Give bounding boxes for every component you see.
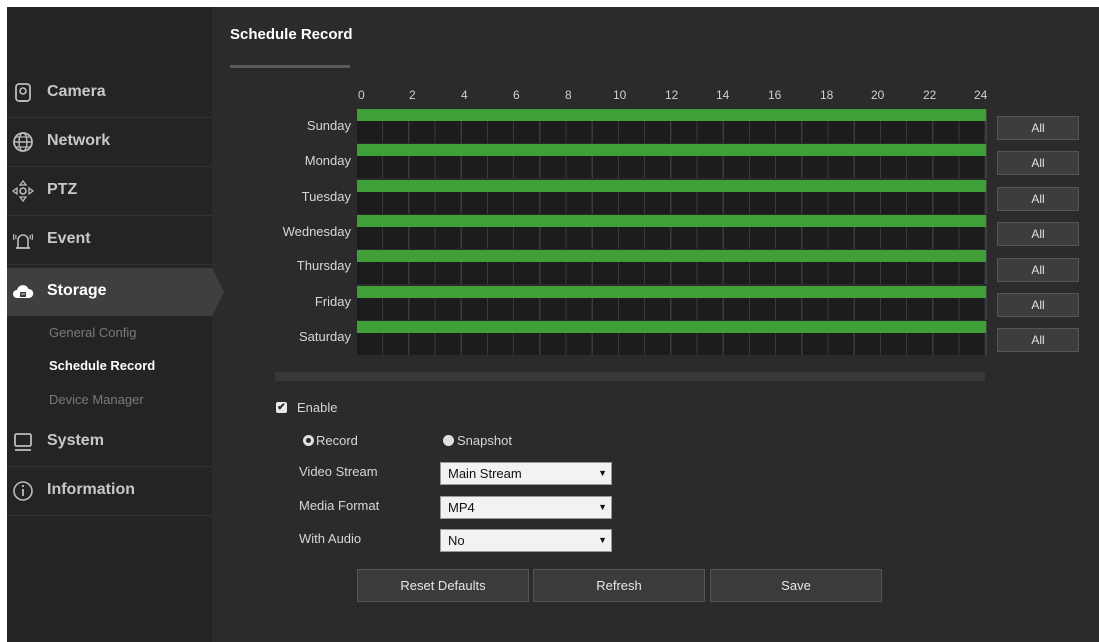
hour-label: 4 xyxy=(461,88,468,102)
ptz-icon xyxy=(11,179,35,203)
enable-checkbox[interactable]: ✔ xyxy=(276,402,287,413)
sidebar-item-label: Camera xyxy=(47,83,106,100)
day-label: Saturday xyxy=(298,329,351,344)
sidebar-subitem-general-config[interactable]: General Config xyxy=(49,325,136,340)
hour-label: 20 xyxy=(871,88,885,102)
day-label: Wednesday xyxy=(282,224,351,239)
schedule-row-thursday[interactable] xyxy=(357,250,987,284)
record-label: Record xyxy=(316,433,358,448)
reset-defaults-button[interactable]: Reset Defaults xyxy=(357,569,529,602)
day-label: Monday xyxy=(304,153,351,168)
hour-label: 8 xyxy=(565,88,572,102)
hour-label: 0 xyxy=(358,88,365,102)
info-icon xyxy=(11,479,35,503)
media-format-label: Media Format xyxy=(299,498,380,513)
hour-label: 6 xyxy=(513,88,520,102)
schedule-bar[interactable] xyxy=(357,109,986,121)
day-label: Thursday xyxy=(296,258,351,273)
hour-label: 14 xyxy=(716,88,730,102)
save-button[interactable]: Save xyxy=(710,569,882,602)
record-radio[interactable] xyxy=(303,435,314,446)
sidebar-item-label: Storage xyxy=(47,282,107,299)
schedule-cells[interactable] xyxy=(357,227,986,249)
sidebar-item-event[interactable]: Event xyxy=(7,216,212,265)
schedule-cells[interactable] xyxy=(357,192,986,214)
hour-label: 22 xyxy=(923,88,937,102)
hour-label: 2 xyxy=(409,88,416,102)
sidebar-subitem-schedule-record[interactable]: Schedule Record xyxy=(49,358,155,373)
sidebar-item-information[interactable]: Information xyxy=(7,467,212,516)
dropdown-arrow-icon: ▼ xyxy=(598,468,607,478)
dropdown-arrow-icon: ▼ xyxy=(598,535,607,545)
hour-label: 10 xyxy=(613,88,627,102)
sidebar-item-system[interactable]: System xyxy=(7,418,212,467)
schedule-row-sunday[interactable] xyxy=(357,109,987,143)
globe-icon xyxy=(11,130,35,154)
all-button-saturday[interactable]: All xyxy=(997,328,1079,352)
sidebar-item-label: PTZ xyxy=(47,181,78,198)
sidebar-subitem-device-manager[interactable]: Device Manager xyxy=(49,392,144,407)
enable-label: Enable xyxy=(297,400,338,415)
all-button-sunday[interactable]: All xyxy=(997,116,1079,140)
horizontal-scrollbar[interactable] xyxy=(275,372,985,381)
schedule-bar[interactable] xyxy=(357,286,986,298)
media-format-select[interactable]: MP4 ▼ xyxy=(440,496,612,519)
hour-label: 18 xyxy=(820,88,834,102)
schedule-bar[interactable] xyxy=(357,250,986,262)
schedule-bar[interactable] xyxy=(357,321,986,333)
schedule-row-monday[interactable] xyxy=(357,144,987,178)
hour-label: 16 xyxy=(768,88,782,102)
schedule-bar[interactable] xyxy=(357,144,986,156)
cloud-icon xyxy=(11,280,35,304)
hour-label: 24 xyxy=(974,88,988,102)
all-button-friday[interactable]: All xyxy=(997,293,1079,317)
hour-label: 12 xyxy=(665,88,679,102)
video-stream-select[interactable]: Main Stream ▼ xyxy=(440,462,612,485)
snapshot-label: Snapshot xyxy=(457,433,512,448)
sidebar-item-network[interactable]: Network xyxy=(7,118,212,167)
main-panel: Schedule Record 0 2 4 6 8 10 12 14 16 18… xyxy=(212,7,1099,642)
schedule-cells[interactable] xyxy=(357,333,986,355)
with-audio-label: With Audio xyxy=(299,531,362,546)
with-audio-value: No xyxy=(448,533,465,548)
schedule-row-friday[interactable] xyxy=(357,286,987,320)
all-button-monday[interactable]: All xyxy=(997,151,1079,175)
with-audio-select[interactable]: No ▼ xyxy=(440,529,612,552)
schedule-cells[interactable] xyxy=(357,156,986,178)
page-title: Schedule Record xyxy=(230,26,353,43)
sidebar-item-ptz[interactable]: PTZ xyxy=(7,167,212,216)
media-format-value: MP4 xyxy=(448,500,475,515)
all-button-wednesday[interactable]: All xyxy=(997,222,1079,246)
schedule-cells[interactable] xyxy=(357,262,986,284)
title-underline xyxy=(230,65,350,68)
day-label: Sunday xyxy=(306,118,351,133)
schedule-row-tuesday[interactable] xyxy=(357,180,987,214)
schedule-cells[interactable] xyxy=(357,298,986,320)
all-button-thursday[interactable]: All xyxy=(997,258,1079,282)
schedule-bar[interactable] xyxy=(357,215,986,227)
sidebar-item-label: Event xyxy=(47,230,91,247)
sidebar-item-label: Network xyxy=(47,132,111,149)
camera-icon xyxy=(11,81,35,105)
schedule-bar[interactable] xyxy=(357,180,986,192)
sidebar-item-storage[interactable]: Storage xyxy=(7,268,224,316)
app-window: Camera Network PTZ Event Storage General… xyxy=(7,7,1099,642)
video-stream-value: Main Stream xyxy=(448,466,522,481)
video-stream-label: Video Stream xyxy=(299,464,378,479)
snapshot-radio[interactable] xyxy=(443,435,454,446)
day-label: Tuesday xyxy=(301,189,351,204)
sidebar: Camera Network PTZ Event Storage General… xyxy=(7,7,224,642)
sidebar-item-camera[interactable]: Camera xyxy=(7,69,212,118)
sidebar-item-label: Information xyxy=(47,481,135,498)
all-button-tuesday[interactable]: All xyxy=(997,187,1079,211)
dropdown-arrow-icon: ▼ xyxy=(598,502,607,512)
alarm-icon xyxy=(11,228,35,252)
schedule-cells[interactable] xyxy=(357,121,986,143)
refresh-button[interactable]: Refresh xyxy=(533,569,705,602)
sidebar-item-label: System xyxy=(47,432,104,449)
schedule-row-wednesday[interactable] xyxy=(357,215,987,249)
monitor-icon xyxy=(11,430,35,454)
day-label: Friday xyxy=(314,294,351,309)
schedule-row-saturday[interactable] xyxy=(357,321,987,355)
